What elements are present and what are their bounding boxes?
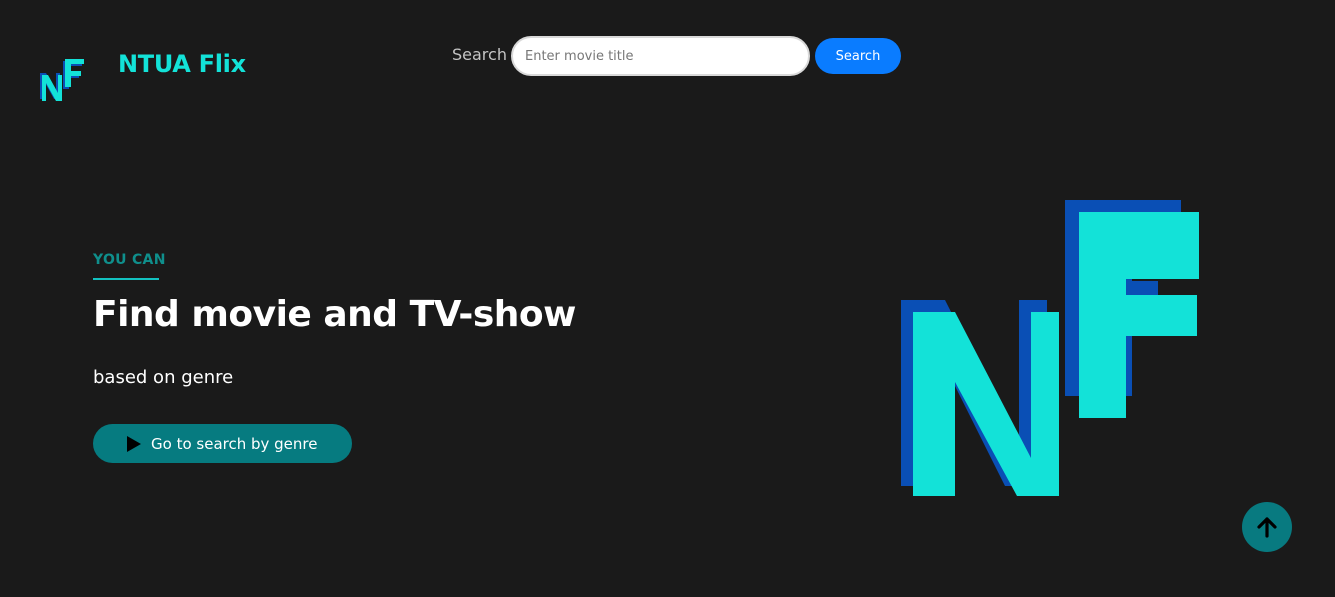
hero-title: Find movie and TV-show bbox=[93, 294, 576, 335]
search-input[interactable] bbox=[511, 36, 810, 76]
brand-name[interactable]: NTUA Flix bbox=[118, 50, 246, 78]
go-to-genre-search-button[interactable]: Go to search by genre bbox=[93, 424, 352, 463]
search-label: Search bbox=[452, 45, 507, 64]
arrow-up-icon bbox=[1257, 517, 1277, 538]
search-button[interactable]: Search bbox=[815, 38, 901, 74]
hero-subtitle: based on genre bbox=[93, 367, 234, 388]
scroll-to-top-button[interactable] bbox=[1242, 502, 1292, 552]
hero-eyebrow: YOU CAN bbox=[93, 252, 166, 268]
genre-button-label: Go to search by genre bbox=[151, 434, 318, 453]
page: NTUA Flix Search Search YOU CAN Find mov… bbox=[0, 0, 1335, 597]
play-icon bbox=[127, 435, 141, 452]
nf-logo-icon[interactable] bbox=[38, 55, 86, 103]
nf-large-logo-icon bbox=[901, 200, 1199, 496]
eyebrow-underline bbox=[93, 278, 159, 280]
